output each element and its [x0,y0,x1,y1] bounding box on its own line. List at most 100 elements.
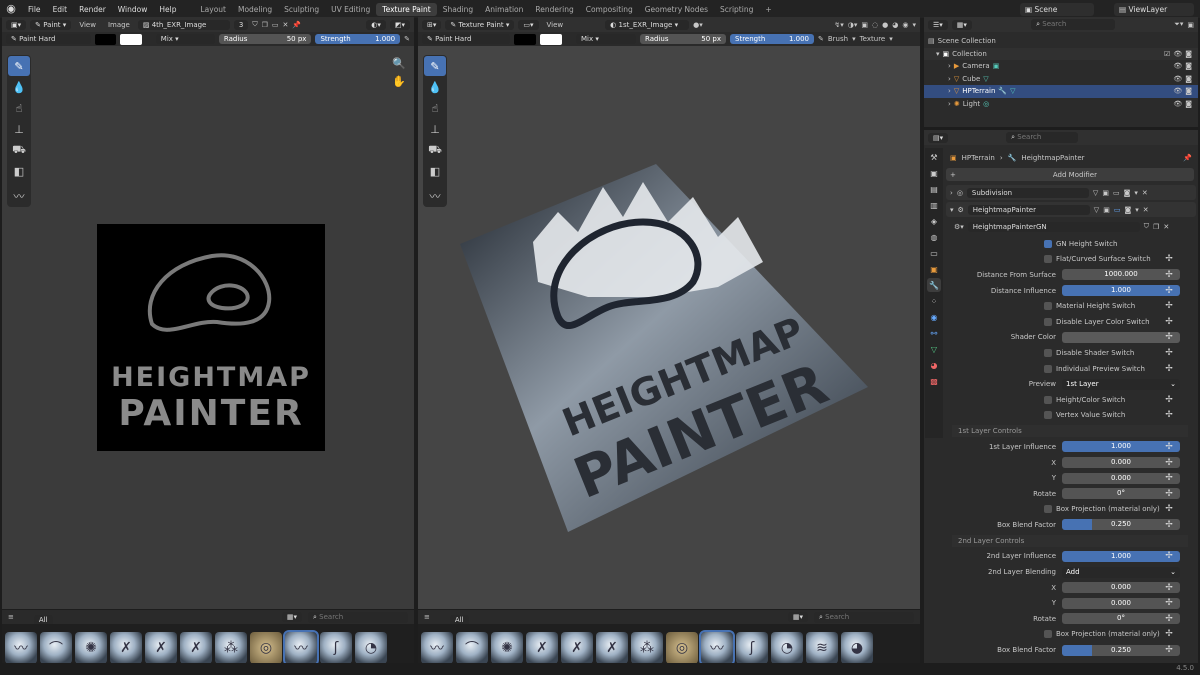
height-color-checkbox[interactable] [1044,395,1052,404]
blender-logo-icon[interactable]: ◉ [4,2,18,16]
render-icon[interactable]: ◙ [1124,189,1131,197]
object-tab-icon[interactable]: ▣ [927,262,941,276]
strength-field[interactable]: Strength 1.000 [315,34,401,44]
layer2-y-field[interactable]: 0.000 [1062,597,1180,609]
display-size-dropdown[interactable]: ▦▾ [281,612,302,622]
brush-thumbnail[interactable]: ✗ [526,632,558,664]
editmode-icon[interactable]: ▽ [1094,206,1099,214]
mode-dropdown[interactable]: ✎ Paint ▾ [30,19,72,30]
layer2-blend-field[interactable]: 0.250 [1062,644,1180,656]
smear-tool-icon[interactable]: ☝ [8,98,30,118]
flat-curved-checkbox[interactable] [1044,255,1052,264]
output-tab-icon[interactable]: ▤ [927,182,941,196]
pin-icon[interactable]: 📌 [1183,154,1192,162]
outliner-item-camera[interactable]: › ▶ Camera ▣ 👁 ◙ [924,60,1198,73]
world-tab-icon[interactable]: ◍ [927,230,941,244]
tab-sculpting[interactable]: Sculpting [278,3,325,16]
fake-user-icon[interactable]: ⛉ [1144,222,1149,231]
brush-thumbnail[interactable]: ✗ [596,632,628,664]
draw-tool-icon[interactable]: ✎ [8,56,30,76]
layer1-section-header[interactable]: 1st Layer Controls [952,425,1188,438]
scene-tab-icon[interactable]: ◈ [927,214,941,228]
shader-color-swatch[interactable] [1062,331,1180,343]
material-tab-icon[interactable]: ◕ [927,358,941,372]
editor-type-dropdown[interactable]: ▤▾ [928,132,949,143]
preview-dropdown[interactable]: 1st Layer ⌄ [1062,378,1180,390]
editor-type-dropdown[interactable]: ▣▾ [6,19,27,30]
disable-layer-color-checkbox[interactable] [1044,317,1052,326]
viewport-display-icon[interactable]: ▭ [1114,206,1121,214]
menu-edit[interactable]: Edit [47,5,74,14]
unlink-icon[interactable]: ✕ [1163,223,1169,231]
image-users-count[interactable]: 3 [233,19,249,30]
layer2-rotate-field[interactable]: 0° [1062,613,1180,625]
chevron-down-icon[interactable]: ▾ [1135,206,1139,214]
attribute-toggle-icon[interactable]: ✢ [1164,504,1174,514]
tab-uv-editing[interactable]: UV Editing [325,3,376,16]
vertex-value-row[interactable]: Vertex Value Switch ✢ [946,408,1196,424]
node-group-name[interactable]: HeightmapPainterGN [967,221,1140,232]
attribute-toggle-icon[interactable]: ✢ [1164,410,1174,420]
pan-hand-icon[interactable]: ✋ [392,75,406,88]
distance-influence-field[interactable]: 1.000 [1062,285,1180,297]
display-dropdown[interactable]: ◩▾ [389,19,410,30]
heightmap-modifier-name[interactable]: HeightmapPainter [967,204,1090,215]
soften-tool-icon[interactable]: 💧 [8,77,30,97]
view-menu[interactable]: View [75,21,100,29]
layer1-blend-field[interactable]: 0.250 [1062,519,1180,531]
attribute-toggle-icon[interactable]: ✢ [1164,364,1174,374]
brush-thumbnail[interactable]: 〰 [421,632,453,664]
brush-thumbnail[interactable]: 〰 [5,632,37,664]
image-selector[interactable]: ▨ 4th_EXR_Image [137,19,230,30]
attribute-toggle-icon[interactable]: ✢ [1164,598,1174,608]
brush-thumbnail[interactable]: ✺ [491,632,523,664]
close-icon[interactable]: ✕ [1142,189,1148,197]
tool-tab-icon[interactable]: ⚒ [927,150,941,164]
layer1-y-field[interactable]: 0.000 [1062,472,1180,484]
gn-height-checkbox[interactable] [1044,239,1052,248]
layer1-influence-field[interactable]: 1.000 [1062,441,1180,453]
brush-thumbnail[interactable]: ⌒ [40,632,72,664]
layer2-blending-dropdown[interactable]: Add ⌄ [1062,566,1180,578]
tab-geometry-nodes[interactable]: Geometry Nodes [639,3,714,16]
shelf-menu-icon[interactable]: ≡ [8,613,14,621]
material-height-row[interactable]: Material Height Switch ✢ [946,298,1196,314]
height-color-row[interactable]: Height/Color Switch ✢ [946,392,1196,408]
attribute-toggle-icon[interactable]: ✢ [1164,286,1174,296]
disable-layer-color-row[interactable]: Disable Layer Color Switch ✢ [946,314,1196,330]
render-icon[interactable]: ◙ [1124,206,1131,214]
tab-layout[interactable]: Layout [194,3,232,16]
scene-selector[interactable]: ▣ Scene [1020,2,1094,16]
camera-render-icon[interactable]: ◙ [1185,50,1192,58]
new-collection-icon[interactable]: ▣ [1187,21,1194,29]
pin-icon[interactable]: 📌 [292,21,301,29]
collection-tab-icon[interactable]: ▭ [927,246,941,260]
duplicate-icon[interactable]: ❐ [262,21,268,29]
editmode-icon[interactable]: ▽ [1093,189,1098,197]
tab-animation[interactable]: Animation [479,3,529,16]
attribute-toggle-icon[interactable]: ✢ [1164,614,1174,624]
brush-thumbnail[interactable]: ◎ [250,632,282,664]
unlink-icon[interactable]: ✕ [283,21,289,29]
attribute-toggle-icon[interactable]: ✢ [1164,551,1174,561]
brush-selector[interactable]: ✎ Paint Hard [6,34,91,44]
blend-mode-dropdown[interactable]: Mix ▾ [155,34,215,44]
properties-search-input[interactable]: ⌕ Search [1006,132,1079,143]
heightmap-modifier-header[interactable]: ▾ ⚙ HeightmapPainter ▽ ▣ ▭ ◙ ▾ ✕ [946,202,1196,217]
layer2-section-header[interactable]: 2nd Layer Controls [952,534,1188,547]
pressure-icon[interactable]: ✎ [404,35,410,43]
texture-tab-icon[interactable]: ▩ [927,374,941,388]
attribute-toggle-icon[interactable]: ✢ [1164,629,1174,639]
gn-height-switch-row[interactable]: GN Height Switch [946,236,1196,252]
layer2-box-projection-row[interactable]: Box Projection (material only) ✢ [946,627,1196,643]
outliner-item-cube[interactable]: › ▽ Cube ▽ 👁 ◙ [924,73,1198,86]
flat-curved-row[interactable]: Flat/Curved Surface Switch ✢ [946,252,1196,268]
clone-tool-icon[interactable]: ⊥ [8,119,30,139]
overlay-dropdown[interactable]: ◐▾ [366,19,386,30]
menu-window[interactable]: Window [112,5,154,14]
brush-thumbnail[interactable]: ʃ [736,632,768,664]
viewport-display-icon[interactable]: ▭ [1113,189,1120,197]
fill-tool-icon[interactable]: ⛟ [8,140,30,160]
modifier-tab-icon[interactable]: 🔧 [927,278,941,292]
layer1-rotate-field[interactable]: 0° [1062,488,1180,500]
